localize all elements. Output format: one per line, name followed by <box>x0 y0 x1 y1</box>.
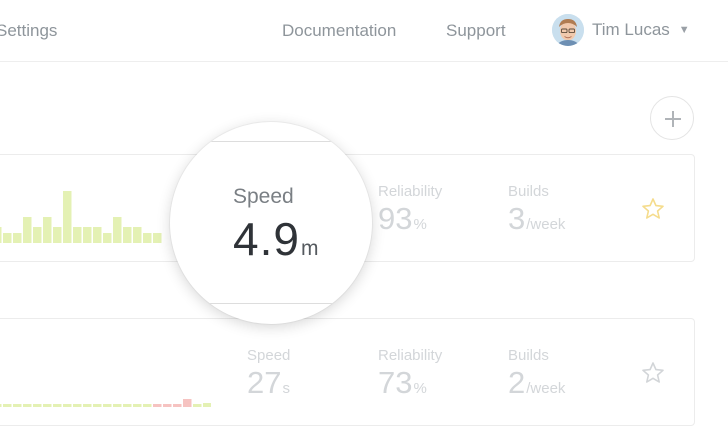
sparkline-bar <box>163 404 172 407</box>
sparkline-bar <box>93 404 102 407</box>
sparkline-bar <box>193 404 202 407</box>
sparkline-bar <box>113 404 122 407</box>
sparkline-bar <box>83 227 92 243</box>
sparkline-bar <box>133 227 142 243</box>
sparkline-bar <box>93 227 102 243</box>
sparkline-bar <box>63 404 72 407</box>
sparkline-bar <box>13 233 22 243</box>
sparkline-bar <box>123 404 132 407</box>
sparkline-bar <box>203 403 211 407</box>
nav-documentation-link[interactable]: Documentation <box>282 21 396 41</box>
metric-value: 2/week <box>508 365 566 400</box>
sparkline-bar <box>113 217 122 243</box>
star-icon[interactable] <box>641 361 665 385</box>
sparkline-bar <box>43 404 52 407</box>
sparkline-bar <box>3 233 12 243</box>
reliability-metric: Reliability 73% <box>378 347 442 406</box>
sparkline-bar <box>73 404 82 407</box>
metric-unit: % <box>413 380 427 397</box>
speed-label: Speed <box>233 185 294 208</box>
sparkline-bar <box>143 233 152 243</box>
sparkline-bar <box>53 227 62 243</box>
speed-unit: m <box>300 237 319 260</box>
metric-unit: /week <box>526 216 566 233</box>
sparkline-bar <box>73 227 82 243</box>
sparkline-bar <box>103 233 112 243</box>
metric-value: 73% <box>378 365 427 400</box>
user-name: Tim Lucas <box>592 20 670 39</box>
card-border-line <box>170 303 372 304</box>
user-menu[interactable]: Tim Lucas ▼ <box>552 13 690 47</box>
star-icon[interactable] <box>641 197 665 221</box>
user-avatar <box>552 14 584 46</box>
top-nav-bar: Settings Documentation Support Tim Lucas… <box>0 0 728 62</box>
metric-unit: s <box>282 380 290 397</box>
metric-unit: /week <box>526 380 566 397</box>
build-history-sparkline <box>0 191 162 243</box>
sparkline-bar <box>33 227 42 243</box>
sparkline-bar <box>133 404 142 407</box>
sparkline-bar <box>173 404 182 407</box>
sparkline-bar <box>83 404 92 407</box>
sparkline-bar <box>153 233 162 243</box>
sparkline-bar <box>13 404 22 407</box>
sparkline-bar <box>183 399 192 407</box>
sparkline-bar <box>153 404 162 407</box>
metric-label: Builds <box>508 347 549 364</box>
add-project-button[interactable] <box>650 96 694 140</box>
chevron-down-icon: ▼ <box>678 24 690 36</box>
speed-metric: Speed 27s <box>247 347 290 406</box>
project-card[interactable]: Speed 27s Reliability 73% Builds 2/week <box>0 318 695 426</box>
sparkline-bar <box>53 404 62 407</box>
nav-support-link[interactable]: Support <box>446 21 506 41</box>
card-border-line <box>170 141 372 142</box>
sparkline-bar <box>123 227 132 243</box>
metric-value: 27s <box>247 365 290 400</box>
nav-settings-link[interactable]: Settings <box>0 21 57 41</box>
sparkline-bar <box>23 404 32 407</box>
metric-value: 93% <box>378 201 427 236</box>
plus-icon <box>665 111 681 127</box>
sparkline-bar <box>43 217 52 243</box>
sparkline-bar <box>143 404 152 407</box>
reliability-metric: Reliability 93% <box>378 183 442 242</box>
builds-metric: Builds 2/week <box>508 347 565 406</box>
sparkline-bar <box>23 217 32 243</box>
builds-metric: Builds 3/week <box>508 183 565 242</box>
speed-value: 4.9m <box>233 213 319 265</box>
metric-unit: % <box>413 216 427 233</box>
metric-label: Reliability <box>378 347 443 364</box>
speed-magnifier-callout: Speed 4.9m <box>170 122 372 324</box>
sparkline-bar <box>0 227 2 243</box>
sparkline-bar <box>103 404 112 407</box>
metric-label: Builds <box>508 183 549 200</box>
build-history-sparkline <box>0 399 211 407</box>
metric-value: 3/week <box>508 201 566 236</box>
metric-label: Reliability <box>378 183 443 200</box>
sparkline-bar <box>63 191 72 243</box>
sparkline-bar <box>0 404 2 407</box>
sparkline-bar <box>3 404 12 407</box>
sparkline-bar <box>33 404 42 407</box>
metric-label: Speed <box>247 347 291 364</box>
